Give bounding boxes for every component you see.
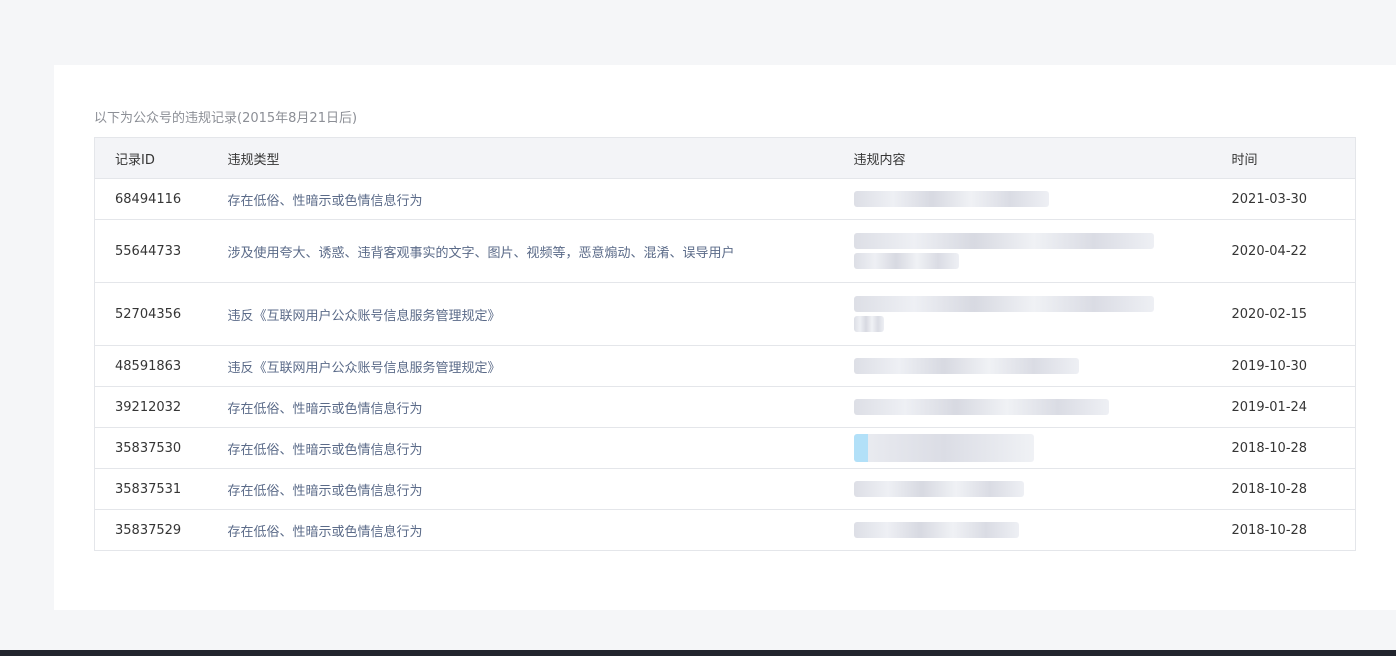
- violation-type: 存在低俗、性暗示或色情信息行为: [207, 427, 834, 469]
- violation-type: 涉及使用夸大、诱惑、违背客观事实的文字、图片、视频等，恶意煽动、混淆、误导用户: [207, 219, 834, 283]
- record-id: 39212032: [94, 386, 208, 428]
- table-row: 48591863 违反《互联网用户公众账号信息服务管理规定》 2019-10-3…: [94, 345, 1356, 387]
- violation-content-redacted: [833, 509, 1212, 551]
- record-id: 35837531: [94, 468, 208, 510]
- violation-type: 存在低俗、性暗示或色情信息行为: [207, 386, 834, 428]
- bottom-bar: [0, 650, 1396, 656]
- record-time: 2018-10-28: [1211, 509, 1356, 551]
- table-row: 52704356 违反《互联网用户公众账号信息服务管理规定》 2020-02-1…: [94, 282, 1356, 346]
- record-time: 2018-10-28: [1211, 427, 1356, 469]
- redacted-content-block: [853, 253, 959, 269]
- table-header-row: 记录ID 违规类型 违规内容 时间: [94, 137, 1356, 179]
- records-caption: 以下为公众号的违规记录(2015年8月21日后): [94, 111, 358, 126]
- header-violation-content: 违规内容: [833, 137, 1212, 179]
- header-time: 时间: [1211, 137, 1356, 179]
- record-id: 35837529: [94, 509, 208, 551]
- record-id: 55644733: [94, 219, 208, 283]
- violation-type: 存在低俗、性暗示或色情信息行为: [207, 178, 834, 220]
- table-row: 55644733 涉及使用夸大、诱惑、违背客观事实的文字、图片、视频等，恶意煽动…: [94, 219, 1356, 283]
- table-row: 39212032 存在低俗、性暗示或色情信息行为 2019-01-24: [94, 386, 1356, 428]
- header-record-id: 记录ID: [94, 137, 208, 179]
- violation-type: 存在低俗、性暗示或色情信息行为: [207, 509, 834, 551]
- violation-content-redacted: [833, 282, 1212, 346]
- redacted-content-block: [853, 399, 1109, 415]
- header-violation-type: 违规类型: [207, 137, 834, 179]
- violation-type: 存在低俗、性暗示或色情信息行为: [207, 468, 834, 510]
- record-id: 48591863: [94, 345, 208, 387]
- violation-content-redacted: [833, 345, 1212, 387]
- violation-content-redacted: [833, 427, 1212, 469]
- violation-type: 违反《互联网用户公众账号信息服务管理规定》: [207, 345, 834, 387]
- record-id: 68494116: [94, 178, 208, 220]
- redacted-content-block: [853, 481, 1024, 497]
- table-row: 35837531 存在低俗、性暗示或色情信息行为 2018-10-28: [94, 468, 1356, 510]
- record-id: 35837530: [94, 427, 208, 469]
- table-row: 68494116 存在低俗、性暗示或色情信息行为 2021-03-30: [94, 178, 1356, 220]
- record-time: 2018-10-28: [1211, 468, 1356, 510]
- redacted-content-block: [853, 191, 1049, 207]
- record-time: 2020-04-22: [1211, 219, 1356, 283]
- table-row: 35837530 存在低俗、性暗示或色情信息行为 2018-10-28: [94, 427, 1356, 469]
- violation-content-redacted: [833, 178, 1212, 220]
- record-time: 2019-01-24: [1211, 386, 1356, 428]
- table-row: 35837529 存在低俗、性暗示或色情信息行为 2018-10-28: [94, 509, 1356, 551]
- violation-records-table: 记录ID 违规类型 违规内容 时间 68494116 存在低俗、性暗示或色情信息…: [94, 137, 1356, 551]
- redacted-content-block: [853, 434, 1034, 462]
- redacted-content-block: [853, 316, 884, 332]
- violation-content-redacted: [833, 386, 1212, 428]
- redacted-content-block: [853, 358, 1079, 374]
- violation-records-card: 以下为公众号的违规记录(2015年8月21日后) 记录ID 违规类型 违规内容 …: [54, 65, 1396, 610]
- record-time: 2019-10-30: [1211, 345, 1356, 387]
- redacted-content-block: [853, 296, 1154, 312]
- violation-type: 违反《互联网用户公众账号信息服务管理规定》: [207, 282, 834, 346]
- violation-content-redacted: [833, 468, 1212, 510]
- record-id: 52704356: [94, 282, 208, 346]
- record-time: 2021-03-30: [1211, 178, 1356, 220]
- redacted-content-block: [853, 522, 1019, 538]
- redacted-content-block: [853, 233, 1154, 249]
- record-time: 2020-02-15: [1211, 282, 1356, 346]
- violation-content-redacted: [833, 219, 1212, 283]
